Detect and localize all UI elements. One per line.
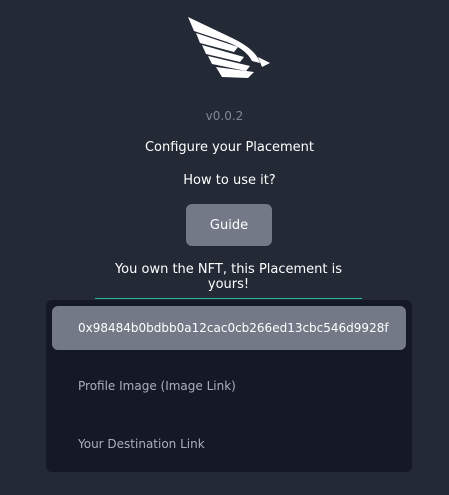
version-label: v0.0.2 <box>205 109 244 123</box>
guide-button[interactable]: Guide <box>186 204 272 246</box>
profile-image-link-input[interactable]: Profile Image (Image Link) <box>52 364 406 408</box>
placement-form-panel: 0x98484b0bdbb0a12cac0cb266ed13cbc546d992… <box>46 300 412 472</box>
wallet-address-field[interactable]: 0x98484b0bdbb0a12cac0cb266ed13cbc546d992… <box>52 306 406 350</box>
configure-heading: Configure your Placement <box>144 140 315 155</box>
ownership-message: You own the NFT, this Placement is yours… <box>95 262 362 299</box>
wing-logo-icon <box>186 15 272 83</box>
destination-link-input[interactable]: Your Destination Link <box>52 422 406 466</box>
how-to-use-label: How to use it? <box>183 173 276 188</box>
